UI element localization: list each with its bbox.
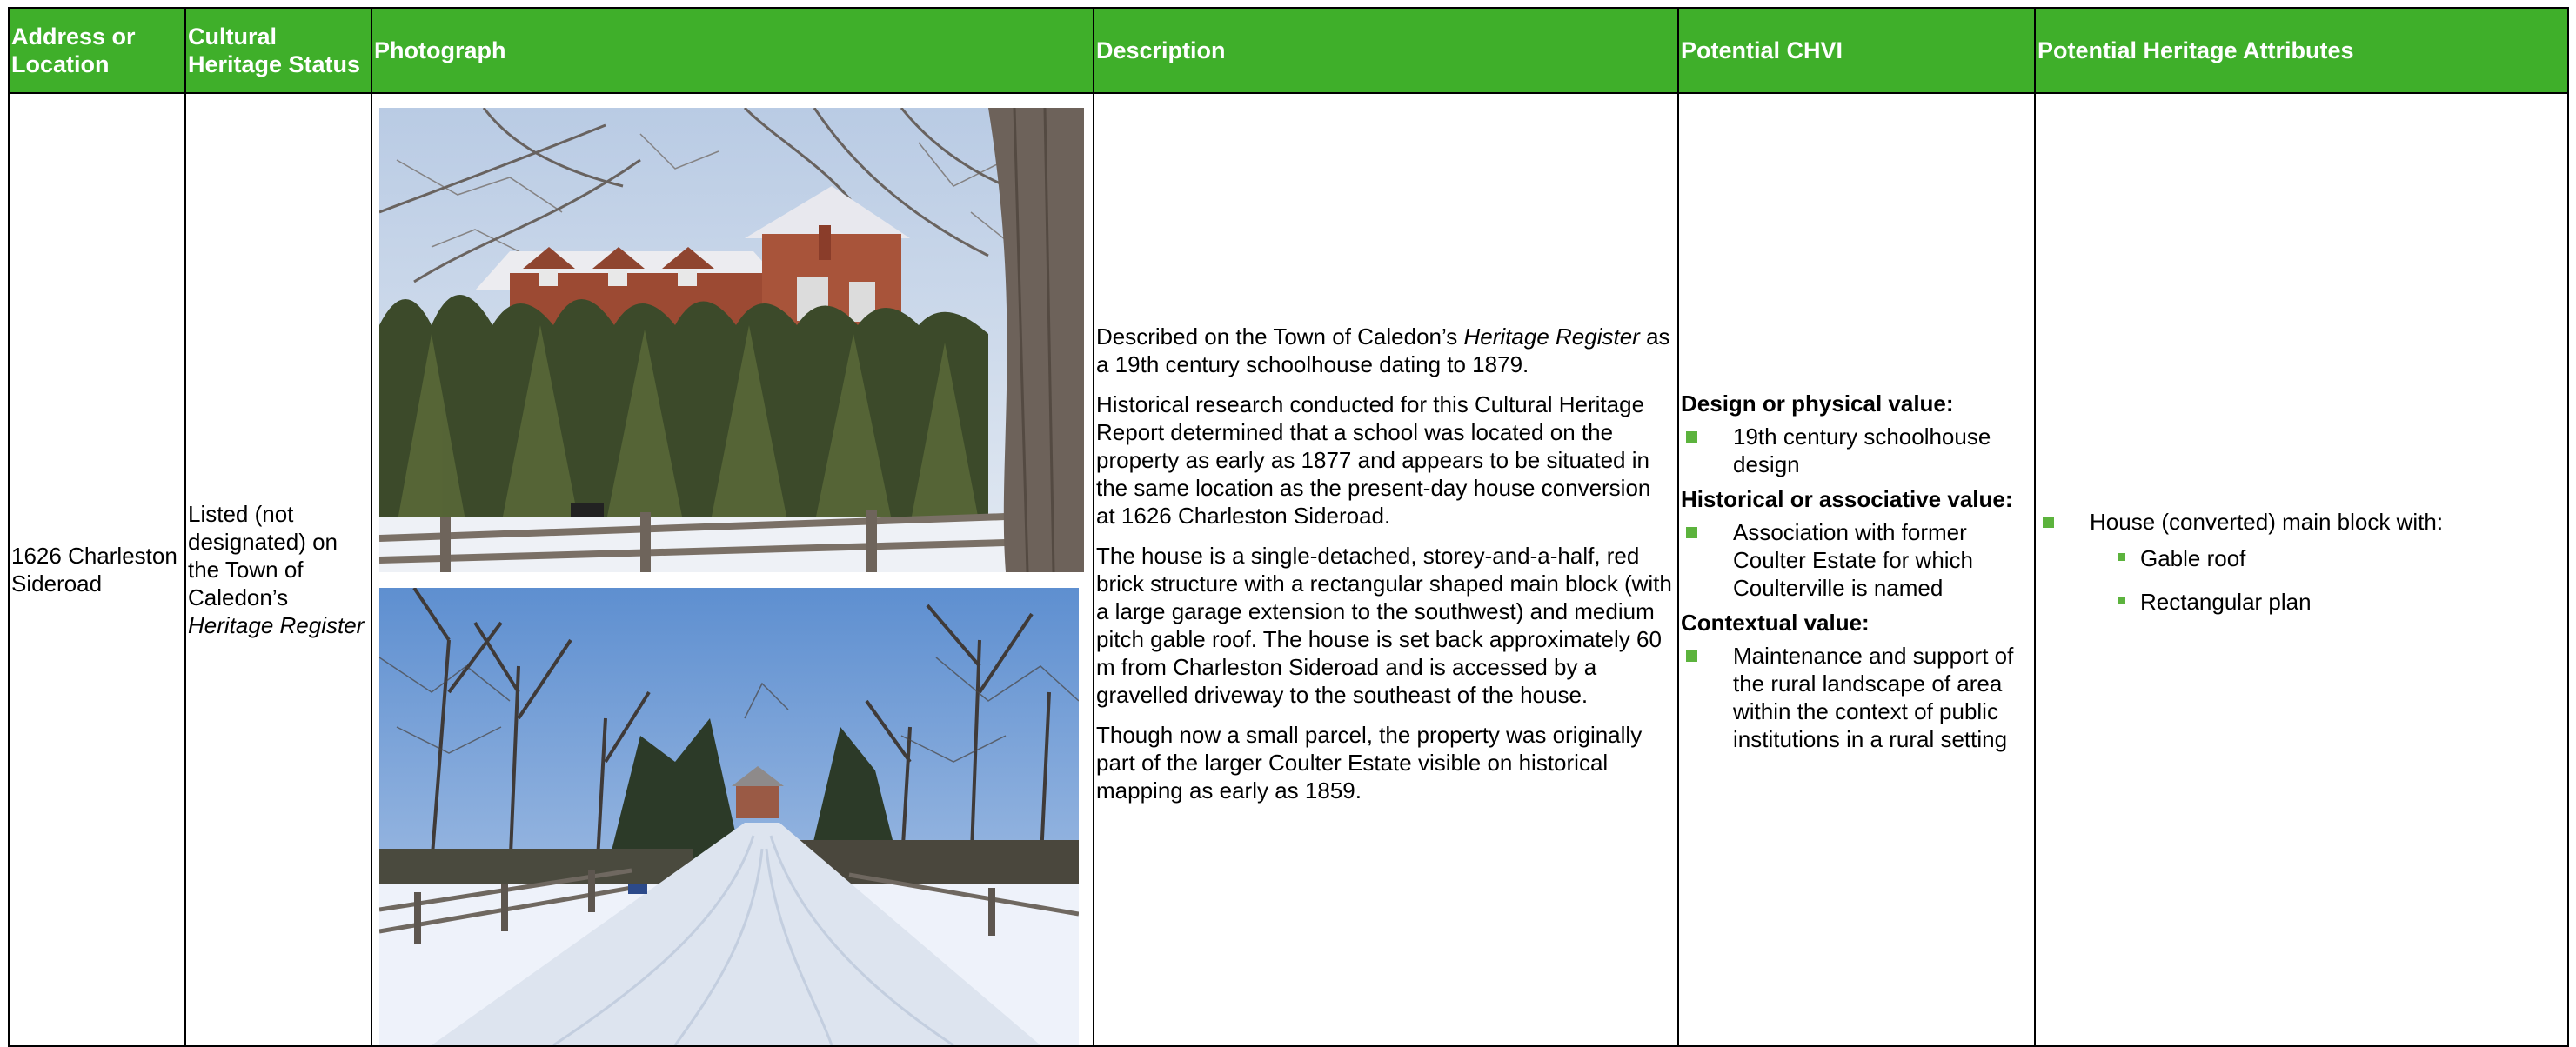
description-paragraph-1: Described on the Town of Caledon’s Herit… <box>1096 323 1676 378</box>
description-paragraph-3: The house is a single-detached, storey-a… <box>1096 543 1672 708</box>
attribute-main-text: House (converted) main block with: <box>2090 509 2444 535</box>
header-status: Cultural Heritage Status <box>184 7 372 94</box>
design-value-heading: Design or physical value: <box>1681 390 1954 417</box>
cell-status: Listed (not designated) on the Town of C… <box>184 92 372 1047</box>
list-item: 19th century schoolhouse design <box>1681 423 2032 478</box>
header-photograph: Photograph <box>371 7 1094 94</box>
header-chvi: Potential CHVI <box>1677 7 2036 94</box>
address-text: 1626 Charleston Sideroad <box>11 543 177 597</box>
description-paragraph-2: Historical research conducted for this C… <box>1096 391 1651 529</box>
status-text: Listed (not designated) on the Town of C… <box>188 501 338 610</box>
list-item: Association with former Coulter Estate f… <box>1681 518 2032 602</box>
contextual-value-list: Maintenance and support of the rural lan… <box>1681 642 2032 753</box>
cell-attributes: House (converted) main block with: Gable… <box>2034 92 2569 1047</box>
cell-description: Described on the Town of Caledon’s Herit… <box>1093 92 1679 1047</box>
description-paragraph-4: Though now a small parcel, the property … <box>1096 722 1643 804</box>
attribute-sub-list: Gable roof Rectangular plan <box>2090 544 2566 616</box>
attribute-main: House (converted) main block with: Gable… <box>2037 508 2566 616</box>
header-attributes: Potential Heritage Attributes <box>2034 7 2569 94</box>
list-item: Rectangular plan <box>2090 588 2566 616</box>
cell-chvi: Design or physical value: 19th century s… <box>1677 92 2036 1047</box>
house-photo <box>379 108 1084 572</box>
historical-value-heading: Historical or associative value: <box>1681 486 2013 512</box>
driveway-photo <box>379 588 1079 1045</box>
historical-value-list: Association with former Coulter Estate f… <box>1681 518 2032 602</box>
description-p1-text: Described on the Town of Caledon’s <box>1096 323 1464 350</box>
list-item: Gable roof <box>2090 544 2566 572</box>
cell-address: 1626 Charleston Sideroad <box>8 92 186 1047</box>
description-p1-register: Heritage Register <box>1463 323 1640 350</box>
header-description: Description <box>1093 7 1679 94</box>
header-row: Address or Location Cultural Heritage St… <box>8 7 2569 94</box>
status-register: Heritage Register <box>188 612 365 638</box>
header-address: Address or Location <box>8 7 186 94</box>
attributes-list: House (converted) main block with: Gable… <box>2037 508 2566 616</box>
list-item: Maintenance and support of the rural lan… <box>1681 642 2032 753</box>
contextual-value-heading: Contextual value: <box>1681 610 1870 636</box>
design-value-list: 19th century schoolhouse design <box>1681 423 2032 478</box>
